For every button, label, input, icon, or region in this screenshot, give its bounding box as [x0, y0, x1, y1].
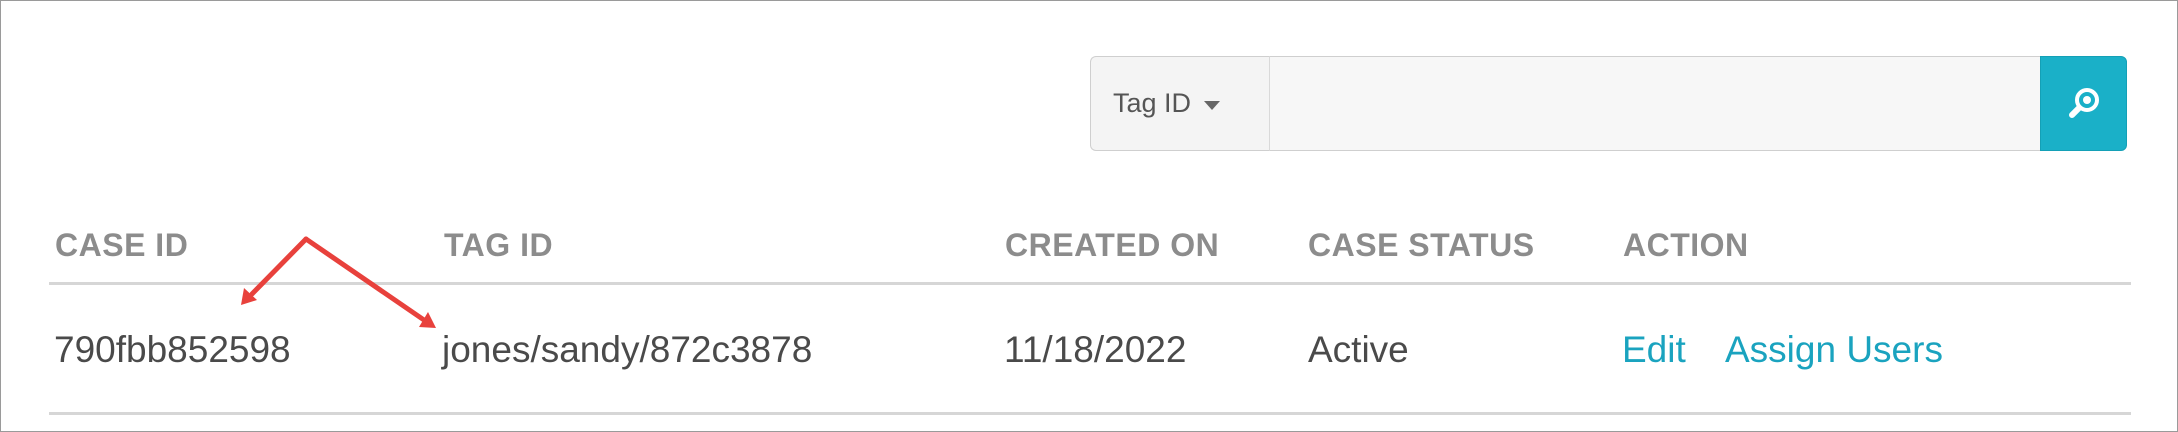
search-filter-dropdown[interactable]: Tag ID	[1090, 56, 1270, 151]
search-input[interactable]	[1270, 56, 2040, 151]
case-id-cell: 790fbb852598	[54, 329, 291, 370]
search-button[interactable]	[2040, 56, 2127, 151]
case-status-cell: Active	[1308, 329, 1409, 370]
column-header-case-status: CASE STATUS	[1308, 227, 1535, 263]
edit-link[interactable]: Edit	[1622, 329, 1686, 371]
column-header-tag-id: TAG ID	[444, 227, 554, 263]
search-filter-label: Tag ID	[1113, 88, 1192, 118]
created-on-cell: 11/18/2022	[1004, 329, 1187, 370]
search-bar: Tag ID	[1090, 56, 2127, 151]
tag-id-cell: jones/sandy/872c3878	[442, 329, 813, 370]
caret-down-icon	[1204, 101, 1221, 110]
column-header-created-on: CREATED ON	[1005, 227, 1220, 263]
column-header-action: ACTION	[1623, 227, 1749, 263]
assign-users-link[interactable]: Assign Users	[1725, 329, 1943, 371]
table-row: 790fbb852598 jones/sandy/872c3878 11/18/…	[49, 285, 2131, 415]
table-header: CASE ID TAG ID CREATED ON CASE STATUS AC…	[49, 211, 2131, 285]
column-header-case-id: CASE ID	[55, 227, 189, 263]
search-icon	[2068, 87, 2099, 118]
cases-table: CASE ID TAG ID CREATED ON CASE STATUS AC…	[49, 211, 2131, 415]
page-frame: Tag ID CASE ID TAG ID CREATED ON CASE ST…	[0, 0, 2178, 432]
